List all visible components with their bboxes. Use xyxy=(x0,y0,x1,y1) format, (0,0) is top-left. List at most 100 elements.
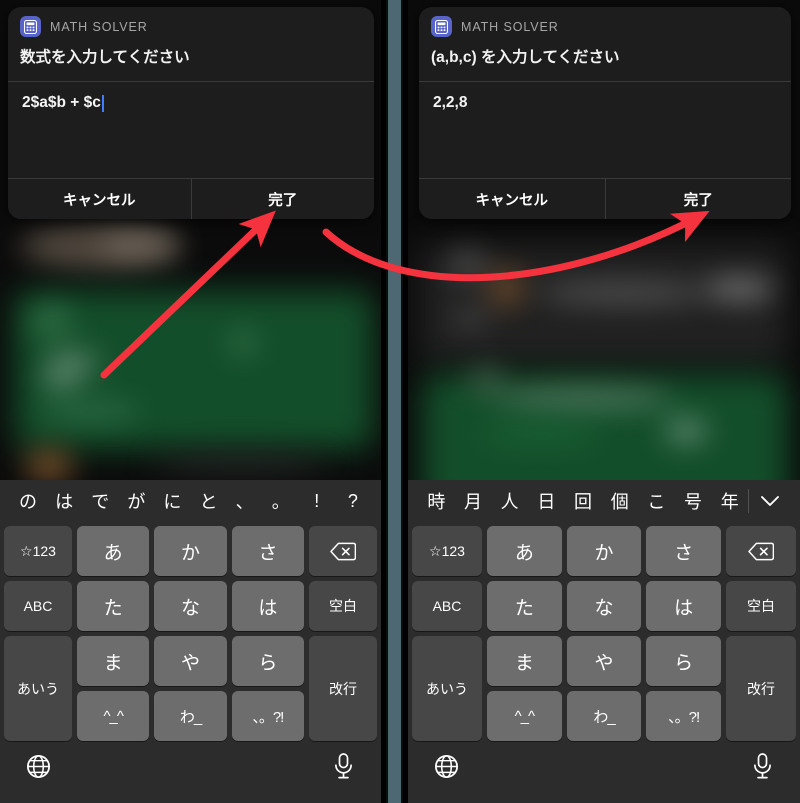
panel-divider xyxy=(386,0,403,803)
screenshot-root: MATH SOLVER 数式を入力してください 2$a$b + $c キャンセル… xyxy=(0,0,800,803)
suggestion-item[interactable]: と xyxy=(190,488,226,514)
key-ta-row[interactable]: た xyxy=(487,581,562,631)
suggestion-item[interactable]: 個 xyxy=(601,488,638,514)
suggestion-item[interactable]: 日 xyxy=(528,488,565,514)
key-space[interactable]: 空白 xyxy=(308,581,377,631)
dialog-actions: キャンセル 完了 xyxy=(8,178,374,220)
suggestion-item[interactable]: 時 xyxy=(418,488,455,514)
key-na-row[interactable]: な xyxy=(154,581,227,631)
app-identity-row: MATH SOLVER xyxy=(20,16,362,37)
cancel-button[interactable]: キャンセル xyxy=(8,179,191,220)
suggestion-item[interactable]: こ xyxy=(638,488,675,514)
key-ha-row[interactable]: は xyxy=(646,581,722,631)
suggestion-item[interactable]: で xyxy=(82,488,118,514)
key-a-row[interactable]: あ xyxy=(77,526,150,576)
suggestion-row: 時 月 人 日 回 個 こ 号 年 xyxy=(408,480,800,522)
dialog-header: MATH SOLVER xyxy=(8,7,374,37)
key-column-ra: ら 、。?! xyxy=(231,636,304,741)
key-row-3: あいう ま ^_^ や わ_ ら 、。?! 改行 xyxy=(4,636,377,741)
dialog-prompt: 数式を入力してください xyxy=(20,49,190,66)
key-column-ma: ま ^_^ xyxy=(77,636,150,741)
key-ma-row[interactable]: ま xyxy=(487,636,562,686)
globe-icon[interactable] xyxy=(26,754,51,779)
panel-right: MATH SOLVER (a,b,c) を入力してください 2,2,8 キャンセ… xyxy=(408,0,800,803)
suggestion-item[interactable]: 回 xyxy=(565,488,602,514)
key-row-1: ☆123 あ か さ xyxy=(4,526,377,576)
key-ha-row[interactable]: は xyxy=(231,581,304,631)
key-ka-row[interactable]: か xyxy=(566,526,642,576)
keyboard-bottom-bar xyxy=(0,730,381,803)
key-abc[interactable]: ABC xyxy=(4,581,72,631)
key-na-row[interactable]: な xyxy=(566,581,642,631)
key-a-row[interactable]: あ xyxy=(487,526,562,576)
suggestion-item[interactable]: 人 xyxy=(491,488,528,514)
app-name-label: MATH SOLVER xyxy=(50,19,148,34)
globe-icon[interactable] xyxy=(434,754,459,779)
key-symbols-numbers[interactable]: ☆123 xyxy=(412,526,482,576)
key-column-ma: ま ^_^ xyxy=(487,636,562,741)
key-row-1: ☆123 あ か さ xyxy=(412,526,797,576)
key-return[interactable]: 改行 xyxy=(308,636,377,741)
key-column-ra: ら 、。?! xyxy=(646,636,722,741)
key-column-ya: や わ_ xyxy=(566,636,642,741)
key-row-2: ABC た な は 空白 xyxy=(4,581,377,631)
key-space[interactable]: 空白 xyxy=(726,581,797,631)
text-input-field[interactable]: 2$a$b + $c xyxy=(8,82,374,178)
key-kana-mode[interactable]: あいう xyxy=(412,636,482,741)
key-symbols-numbers[interactable]: ☆123 xyxy=(4,526,72,576)
delete-icon[interactable] xyxy=(308,526,377,576)
app-name-label: MATH SOLVER xyxy=(461,19,559,34)
key-ta-row[interactable]: た xyxy=(77,581,150,631)
suggestion-item[interactable]: ! xyxy=(299,491,335,512)
calculator-icon xyxy=(20,16,41,37)
dialog-prompt: (a,b,c) を入力してください xyxy=(431,49,620,66)
key-sa-row[interactable]: さ xyxy=(231,526,304,576)
delete-icon[interactable] xyxy=(726,526,797,576)
text-caret xyxy=(101,95,104,113)
key-column-ya: や わ_ xyxy=(154,636,227,741)
key-sa-row[interactable]: さ xyxy=(646,526,722,576)
done-button[interactable]: 完了 xyxy=(190,179,374,220)
done-button[interactable]: 完了 xyxy=(604,179,791,220)
dialog-header: MATH SOLVER xyxy=(419,7,791,37)
key-return[interactable]: 改行 xyxy=(726,636,797,741)
text-input-field[interactable]: 2,2,8 xyxy=(419,82,791,178)
key-ya-row[interactable]: や xyxy=(566,636,642,686)
math-solver-dialog-right: MATH SOLVER (a,b,c) を入力してください 2,2,8 キャンセ… xyxy=(419,7,791,220)
calculator-icon xyxy=(431,16,452,37)
key-ma-row[interactable]: ま xyxy=(77,636,150,686)
key-ya-row[interactable]: や xyxy=(154,636,227,686)
suggestion-item[interactable]: 、 xyxy=(227,488,263,514)
key-ra-row[interactable]: ら xyxy=(646,636,722,686)
suggestion-item[interactable]: 。 xyxy=(263,488,299,514)
key-row-2: ABC た な は 空白 xyxy=(412,581,797,631)
app-identity-row: MATH SOLVER xyxy=(431,16,779,37)
suggestion-item[interactable]: 号 xyxy=(675,488,712,514)
keyboard-left: の は で が に と 、 。 ! ? ☆123 あ か さ ABC た な は… xyxy=(0,480,381,803)
microphone-icon[interactable] xyxy=(751,753,774,780)
microphone-icon[interactable] xyxy=(332,753,355,780)
keyboard-right: 時 月 人 日 回 個 こ 号 年 ☆123 あ か さ ABC た な は 空… xyxy=(408,480,800,803)
suggestion-item[interactable]: 年 xyxy=(711,488,748,514)
suggestion-item[interactable]: の xyxy=(10,488,46,514)
suggestion-item[interactable]: ? xyxy=(335,491,371,512)
suggestion-row: の は で が に と 、 。 ! ? xyxy=(0,480,381,522)
panel-left: MATH SOLVER 数式を入力してください 2$a$b + $c キャンセル… xyxy=(0,0,381,803)
suggestion-item[interactable]: が xyxy=(118,488,154,514)
text-input-value: 2,2,8 xyxy=(433,94,468,112)
suggestion-item[interactable]: は xyxy=(46,488,82,514)
key-ka-row[interactable]: か xyxy=(154,526,227,576)
key-kana-mode[interactable]: あいう xyxy=(4,636,72,741)
key-abc[interactable]: ABC xyxy=(412,581,482,631)
suggestion-item[interactable]: 月 xyxy=(455,488,492,514)
suggestion-item[interactable]: に xyxy=(154,488,190,514)
dialog-actions: キャンセル 完了 xyxy=(419,178,791,220)
text-input-value: 2$a$b + $c xyxy=(22,94,101,112)
key-ra-row[interactable]: ら xyxy=(231,636,304,686)
key-row-3: あいう ま ^_^ や わ_ ら 、。?! 改行 xyxy=(412,636,797,741)
key-grid: ☆123 あ か さ ABC た な は 空白 あいう ま ^_^ や わ_ ら… xyxy=(408,522,800,741)
math-solver-dialog-left: MATH SOLVER 数式を入力してください 2$a$b + $c キャンセル… xyxy=(8,7,374,220)
cancel-button[interactable]: キャンセル xyxy=(419,179,605,220)
key-grid: ☆123 あ か さ ABC た な は 空白 あいう ま ^_^ や わ_ ら… xyxy=(0,522,381,741)
chevron-down-icon[interactable] xyxy=(748,489,790,513)
